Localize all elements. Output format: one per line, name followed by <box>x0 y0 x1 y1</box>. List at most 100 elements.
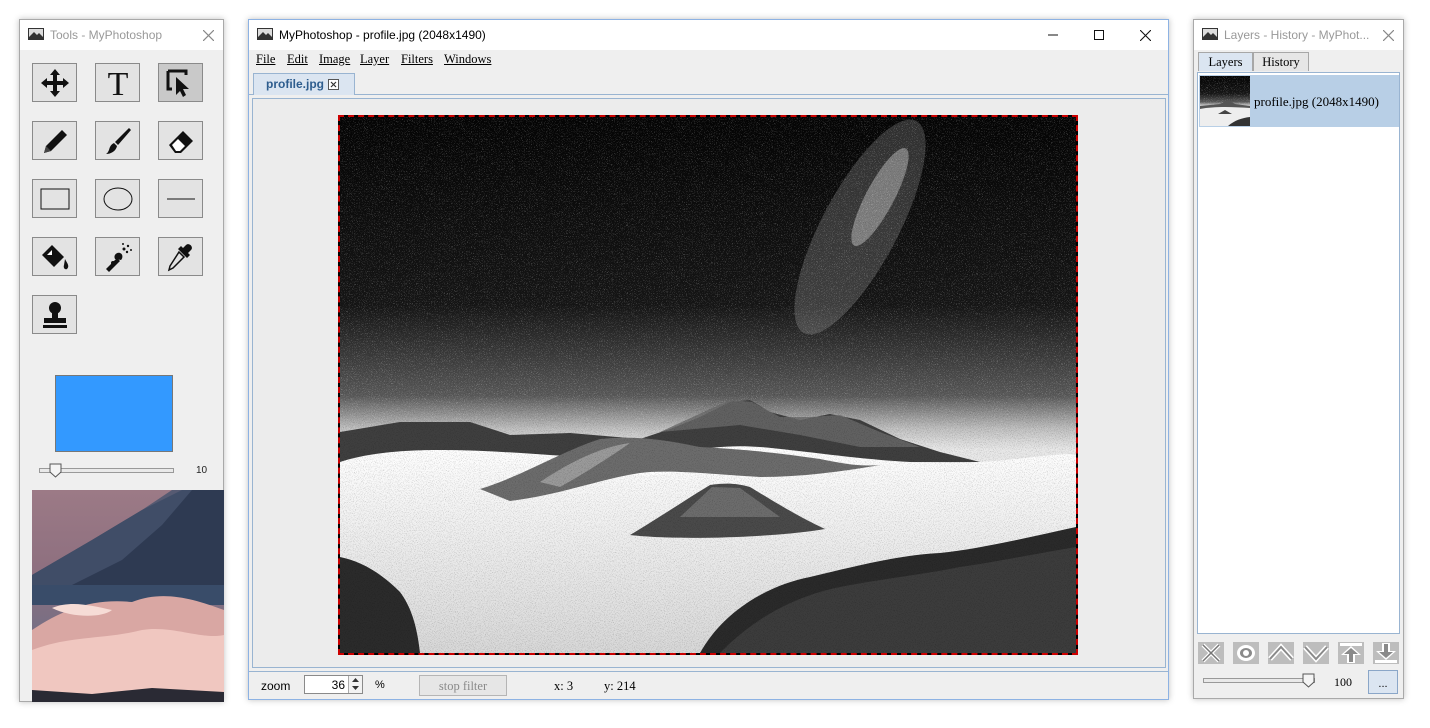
eyedropper-icon <box>167 243 192 271</box>
brush-tool-button[interactable] <box>95 121 140 160</box>
menu-filters[interactable]: Filters <box>401 52 433 67</box>
rectangle-tool-button[interactable] <box>32 179 77 218</box>
slider-thumb[interactable] <box>49 463 62 478</box>
delete-layer-button[interactable] <box>1197 641 1224 665</box>
eraser-tool-button[interactable] <box>158 121 203 160</box>
close-icon <box>202 29 214 41</box>
zoom-label: zoom <box>261 679 291 693</box>
tools-window: Tools - MyPhotoshop T 10 <box>19 19 224 702</box>
spinner-down-icon[interactable] <box>352 686 359 690</box>
status-bar: zoom 36 % stop filter x: 3 y: 214 <box>249 671 1168 699</box>
move-down-icon <box>1302 642 1329 664</box>
move-to-bottom-icon <box>1372 642 1399 664</box>
menu-layer[interactable]: Layer <box>360 52 389 67</box>
menu-windows[interactable]: Windows <box>444 52 491 67</box>
layer-name: profile.jpg (2048x1490) <box>1254 94 1379 109</box>
zoom-spinner-buttons[interactable] <box>348 676 362 693</box>
move-layer-up-button[interactable] <box>1267 641 1294 665</box>
layers-tab-strip: Layers History <box>1196 52 1401 72</box>
y-coordinate-readout: y: 214 <box>604 679 636 693</box>
move-to-top-icon <box>1337 642 1364 664</box>
tab-history-label: History <box>1262 55 1300 69</box>
main-window-title: MyPhotoshop - profile.jpg (2048x1490) <box>279 28 486 42</box>
svg-text:T: T <box>107 67 128 99</box>
close-button[interactable] <box>1373 20 1403 50</box>
primary-color-swatch[interactable] <box>55 375 173 452</box>
spray-icon <box>105 242 132 272</box>
layer-row[interactable]: profile.jpg (2048x1490) <box>1199 75 1399 127</box>
ellipse-tool-button[interactable] <box>95 179 140 218</box>
eyedropper-tool-button[interactable] <box>158 237 203 276</box>
layers-window: Layers - History - MyPhot... Layers Hist… <box>1193 19 1404 699</box>
move-up-icon <box>1267 642 1294 664</box>
document-tab[interactable]: profile.jpg <box>253 73 355 95</box>
move-layer-down-button[interactable] <box>1302 641 1329 665</box>
selection-tool-icon <box>166 69 189 97</box>
close-icon <box>1139 29 1151 41</box>
x-coordinate-readout: x: 3 <box>554 679 574 693</box>
tab-history[interactable]: History <box>1253 52 1309 71</box>
move-layer-bottom-button[interactable] <box>1372 641 1399 665</box>
brush-size-slider[interactable] <box>39 463 174 479</box>
zoom-value[interactable]: 36 <box>332 678 345 692</box>
menu-image[interactable]: Image <box>319 52 350 67</box>
ellipse-icon <box>103 187 132 210</box>
menu-bar: File Edit Image Layer Filters Windows <box>249 50 1168 70</box>
move-icon <box>40 68 69 97</box>
text-tool-button[interactable]: T <box>95 63 140 102</box>
spinner-up-icon[interactable] <box>352 678 359 682</box>
opacity-value: 100 <box>1334 675 1352 689</box>
layers-list: profile.jpg (2048x1490) <box>1197 72 1400 634</box>
text-tool-icon: T <box>107 67 128 99</box>
menu-edit[interactable]: Edit <box>287 52 308 67</box>
line-tool-button[interactable] <box>158 179 203 218</box>
stamp-tool-button[interactable] <box>32 295 77 334</box>
delete-layer-icon <box>1197 642 1224 664</box>
move-tool-button[interactable] <box>32 63 77 102</box>
close-icon <box>1382 29 1394 41</box>
minimize-icon <box>1048 34 1058 36</box>
opacity-slider[interactable] <box>1203 673 1315 689</box>
paint-bucket-icon <box>41 244 68 269</box>
main-window: MyPhotoshop - profile.jpg (2048x1490) Fi… <box>248 19 1169 700</box>
image-canvas[interactable] <box>338 115 1078 655</box>
paint-bucket-tool-button[interactable] <box>32 237 77 276</box>
app-icon <box>257 28 273 40</box>
maximize-button[interactable] <box>1076 20 1122 50</box>
toggle-visibility-button[interactable] <box>1232 641 1259 665</box>
close-tab-icon[interactable] <box>328 79 339 90</box>
minimize-button[interactable] <box>1030 20 1076 50</box>
eraser-icon <box>168 130 193 153</box>
brush-icon <box>105 127 131 154</box>
rectangle-icon <box>40 188 69 209</box>
more-options-label: ... <box>1378 678 1388 690</box>
brush-size-value: 10 <box>196 465 208 476</box>
toggle-visibility-icon <box>1232 642 1259 664</box>
zoom-unit: % <box>375 679 385 691</box>
stamp-icon <box>42 301 67 328</box>
more-options-button[interactable]: ... <box>1368 670 1398 694</box>
zoom-spinner[interactable]: 36 <box>304 675 363 694</box>
stop-filter-button[interactable]: stop filter <box>419 675 507 696</box>
stop-filter-label: stop filter <box>438 679 488 693</box>
close-button[interactable] <box>1122 20 1168 50</box>
app-icon <box>1202 28 1218 40</box>
pencil-tool-button[interactable] <box>32 121 77 160</box>
pencil-icon <box>43 129 67 153</box>
maximize-icon <box>1094 30 1104 40</box>
close-button[interactable] <box>193 20 223 50</box>
tab-layers[interactable]: Layers <box>1198 52 1253 71</box>
canvas-area[interactable] <box>252 98 1166 668</box>
slider-thumb[interactable] <box>1302 673 1315 688</box>
line-icon <box>166 198 195 199</box>
menu-file[interactable]: File <box>256 52 275 67</box>
layers-window-title: Layers - History - MyPhot... <box>1224 28 1370 42</box>
document-tab-strip: profile.jpg <box>249 71 1168 95</box>
tools-titlebar[interactable]: Tools - MyPhotoshop <box>20 20 223 50</box>
move-layer-top-button[interactable] <box>1337 641 1364 665</box>
spray-tool-button[interactable] <box>95 237 140 276</box>
main-titlebar[interactable]: MyPhotoshop - profile.jpg (2048x1490) <box>249 20 1168 50</box>
layer-thumbnail <box>1200 76 1250 126</box>
selection-tool-button[interactable] <box>158 63 203 102</box>
layers-titlebar[interactable]: Layers - History - MyPhot... <box>1194 20 1403 50</box>
